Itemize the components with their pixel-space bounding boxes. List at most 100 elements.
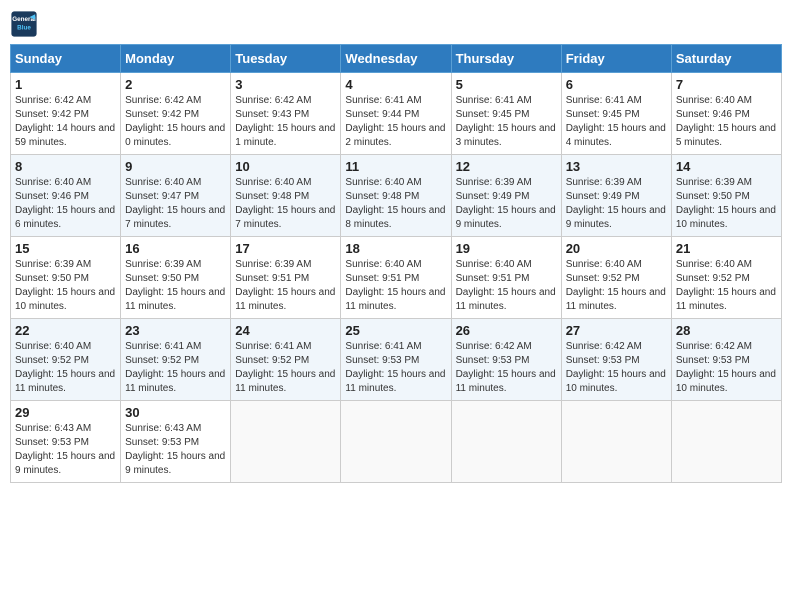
day-number: 2 — [125, 77, 226, 92]
cell-info: Sunrise: 6:41 AM Sunset: 9:52 PM Dayligh… — [235, 340, 336, 396]
calendar-week-row: 29 Sunrise: 6:43 AM Sunset: 9:53 PM Dayl… — [11, 401, 782, 483]
calendar-cell: 22 Sunrise: 6:40 AM Sunset: 9:52 PM Dayl… — [11, 319, 121, 401]
cell-info: Sunrise: 6:43 AM Sunset: 9:53 PM Dayligh… — [125, 422, 226, 478]
day-number: 9 — [125, 159, 226, 174]
calendar-cell: 19 Sunrise: 6:40 AM Sunset: 9:51 PM Dayl… — [451, 237, 561, 319]
calendar-cell: 27 Sunrise: 6:42 AM Sunset: 9:53 PM Dayl… — [561, 319, 671, 401]
calendar-cell: 9 Sunrise: 6:40 AM Sunset: 9:47 PM Dayli… — [121, 155, 231, 237]
calendar-cell: 6 Sunrise: 6:41 AM Sunset: 9:45 PM Dayli… — [561, 73, 671, 155]
cell-info: Sunrise: 6:39 AM Sunset: 9:51 PM Dayligh… — [235, 258, 336, 314]
calendar-cell: 17 Sunrise: 6:39 AM Sunset: 9:51 PM Dayl… — [231, 237, 341, 319]
calendar-cell: 26 Sunrise: 6:42 AM Sunset: 9:53 PM Dayl… — [451, 319, 561, 401]
col-header-thursday: Thursday — [451, 45, 561, 73]
day-number: 7 — [676, 77, 777, 92]
day-number: 29 — [15, 405, 116, 420]
day-number: 27 — [566, 323, 667, 338]
day-number: 18 — [345, 241, 446, 256]
day-number: 22 — [15, 323, 116, 338]
calendar-cell: 7 Sunrise: 6:40 AM Sunset: 9:46 PM Dayli… — [671, 73, 781, 155]
calendar-cell: 14 Sunrise: 6:39 AM Sunset: 9:50 PM Dayl… — [671, 155, 781, 237]
calendar-cell: 20 Sunrise: 6:40 AM Sunset: 9:52 PM Dayl… — [561, 237, 671, 319]
day-number: 12 — [456, 159, 557, 174]
cell-info: Sunrise: 6:41 AM Sunset: 9:52 PM Dayligh… — [125, 340, 226, 396]
calendar-cell: 3 Sunrise: 6:42 AM Sunset: 9:43 PM Dayli… — [231, 73, 341, 155]
logo: General Blue — [10, 10, 42, 38]
day-number: 13 — [566, 159, 667, 174]
col-header-sunday: Sunday — [11, 45, 121, 73]
day-number: 14 — [676, 159, 777, 174]
cell-info: Sunrise: 6:39 AM Sunset: 9:50 PM Dayligh… — [15, 258, 116, 314]
calendar-cell: 1 Sunrise: 6:42 AM Sunset: 9:42 PM Dayli… — [11, 73, 121, 155]
day-number: 8 — [15, 159, 116, 174]
svg-text:Blue: Blue — [17, 25, 31, 32]
day-number: 19 — [456, 241, 557, 256]
cell-info: Sunrise: 6:39 AM Sunset: 9:49 PM Dayligh… — [456, 176, 557, 232]
day-number: 26 — [456, 323, 557, 338]
cell-info: Sunrise: 6:41 AM Sunset: 9:53 PM Dayligh… — [345, 340, 446, 396]
cell-info: Sunrise: 6:40 AM Sunset: 9:46 PM Dayligh… — [15, 176, 116, 232]
col-header-tuesday: Tuesday — [231, 45, 341, 73]
cell-info: Sunrise: 6:40 AM Sunset: 9:48 PM Dayligh… — [235, 176, 336, 232]
cell-info: Sunrise: 6:39 AM Sunset: 9:50 PM Dayligh… — [125, 258, 226, 314]
calendar-cell: 10 Sunrise: 6:40 AM Sunset: 9:48 PM Dayl… — [231, 155, 341, 237]
day-number: 30 — [125, 405, 226, 420]
cell-info: Sunrise: 6:40 AM Sunset: 9:51 PM Dayligh… — [345, 258, 446, 314]
cell-info: Sunrise: 6:39 AM Sunset: 9:50 PM Dayligh… — [676, 176, 777, 232]
cell-info: Sunrise: 6:40 AM Sunset: 9:52 PM Dayligh… — [566, 258, 667, 314]
calendar-cell — [231, 401, 341, 483]
calendar-header-row: SundayMondayTuesdayWednesdayThursdayFrid… — [11, 45, 782, 73]
cell-info: Sunrise: 6:40 AM Sunset: 9:48 PM Dayligh… — [345, 176, 446, 232]
calendar-cell — [671, 401, 781, 483]
cell-info: Sunrise: 6:42 AM Sunset: 9:53 PM Dayligh… — [456, 340, 557, 396]
day-number: 20 — [566, 241, 667, 256]
day-number: 21 — [676, 241, 777, 256]
calendar-week-row: 8 Sunrise: 6:40 AM Sunset: 9:46 PM Dayli… — [11, 155, 782, 237]
header: General Blue — [10, 10, 782, 38]
cell-info: Sunrise: 6:42 AM Sunset: 9:42 PM Dayligh… — [15, 94, 116, 150]
cell-info: Sunrise: 6:42 AM Sunset: 9:53 PM Dayligh… — [566, 340, 667, 396]
cell-info: Sunrise: 6:40 AM Sunset: 9:47 PM Dayligh… — [125, 176, 226, 232]
calendar-week-row: 15 Sunrise: 6:39 AM Sunset: 9:50 PM Dayl… — [11, 237, 782, 319]
col-header-wednesday: Wednesday — [341, 45, 451, 73]
day-number: 10 — [235, 159, 336, 174]
calendar-cell: 15 Sunrise: 6:39 AM Sunset: 9:50 PM Dayl… — [11, 237, 121, 319]
calendar-cell: 30 Sunrise: 6:43 AM Sunset: 9:53 PM Dayl… — [121, 401, 231, 483]
cell-info: Sunrise: 6:40 AM Sunset: 9:52 PM Dayligh… — [676, 258, 777, 314]
col-header-saturday: Saturday — [671, 45, 781, 73]
cell-info: Sunrise: 6:41 AM Sunset: 9:44 PM Dayligh… — [345, 94, 446, 150]
cell-info: Sunrise: 6:40 AM Sunset: 9:51 PM Dayligh… — [456, 258, 557, 314]
day-number: 1 — [15, 77, 116, 92]
day-number: 25 — [345, 323, 446, 338]
calendar-cell: 16 Sunrise: 6:39 AM Sunset: 9:50 PM Dayl… — [121, 237, 231, 319]
day-number: 24 — [235, 323, 336, 338]
col-header-friday: Friday — [561, 45, 671, 73]
calendar-cell: 13 Sunrise: 6:39 AM Sunset: 9:49 PM Dayl… — [561, 155, 671, 237]
day-number: 28 — [676, 323, 777, 338]
cell-info: Sunrise: 6:42 AM Sunset: 9:53 PM Dayligh… — [676, 340, 777, 396]
cell-info: Sunrise: 6:40 AM Sunset: 9:46 PM Dayligh… — [676, 94, 777, 150]
calendar-cell — [341, 401, 451, 483]
cell-info: Sunrise: 6:43 AM Sunset: 9:53 PM Dayligh… — [15, 422, 116, 478]
cell-info: Sunrise: 6:41 AM Sunset: 9:45 PM Dayligh… — [456, 94, 557, 150]
calendar-cell: 25 Sunrise: 6:41 AM Sunset: 9:53 PM Dayl… — [341, 319, 451, 401]
calendar-cell: 4 Sunrise: 6:41 AM Sunset: 9:44 PM Dayli… — [341, 73, 451, 155]
day-number: 11 — [345, 159, 446, 174]
calendar-body: 1 Sunrise: 6:42 AM Sunset: 9:42 PM Dayli… — [11, 73, 782, 483]
calendar-cell: 11 Sunrise: 6:40 AM Sunset: 9:48 PM Dayl… — [341, 155, 451, 237]
calendar-table: SundayMondayTuesdayWednesdayThursdayFrid… — [10, 44, 782, 483]
calendar-week-row: 22 Sunrise: 6:40 AM Sunset: 9:52 PM Dayl… — [11, 319, 782, 401]
cell-info: Sunrise: 6:40 AM Sunset: 9:52 PM Dayligh… — [15, 340, 116, 396]
cell-info: Sunrise: 6:39 AM Sunset: 9:49 PM Dayligh… — [566, 176, 667, 232]
calendar-cell: 24 Sunrise: 6:41 AM Sunset: 9:52 PM Dayl… — [231, 319, 341, 401]
calendar-cell: 23 Sunrise: 6:41 AM Sunset: 9:52 PM Dayl… — [121, 319, 231, 401]
day-number: 4 — [345, 77, 446, 92]
calendar-week-row: 1 Sunrise: 6:42 AM Sunset: 9:42 PM Dayli… — [11, 73, 782, 155]
cell-info: Sunrise: 6:42 AM Sunset: 9:43 PM Dayligh… — [235, 94, 336, 150]
calendar-cell: 5 Sunrise: 6:41 AM Sunset: 9:45 PM Dayli… — [451, 73, 561, 155]
col-header-monday: Monday — [121, 45, 231, 73]
calendar-cell: 21 Sunrise: 6:40 AM Sunset: 9:52 PM Dayl… — [671, 237, 781, 319]
day-number: 15 — [15, 241, 116, 256]
calendar-cell: 28 Sunrise: 6:42 AM Sunset: 9:53 PM Dayl… — [671, 319, 781, 401]
day-number: 3 — [235, 77, 336, 92]
calendar-cell: 12 Sunrise: 6:39 AM Sunset: 9:49 PM Dayl… — [451, 155, 561, 237]
